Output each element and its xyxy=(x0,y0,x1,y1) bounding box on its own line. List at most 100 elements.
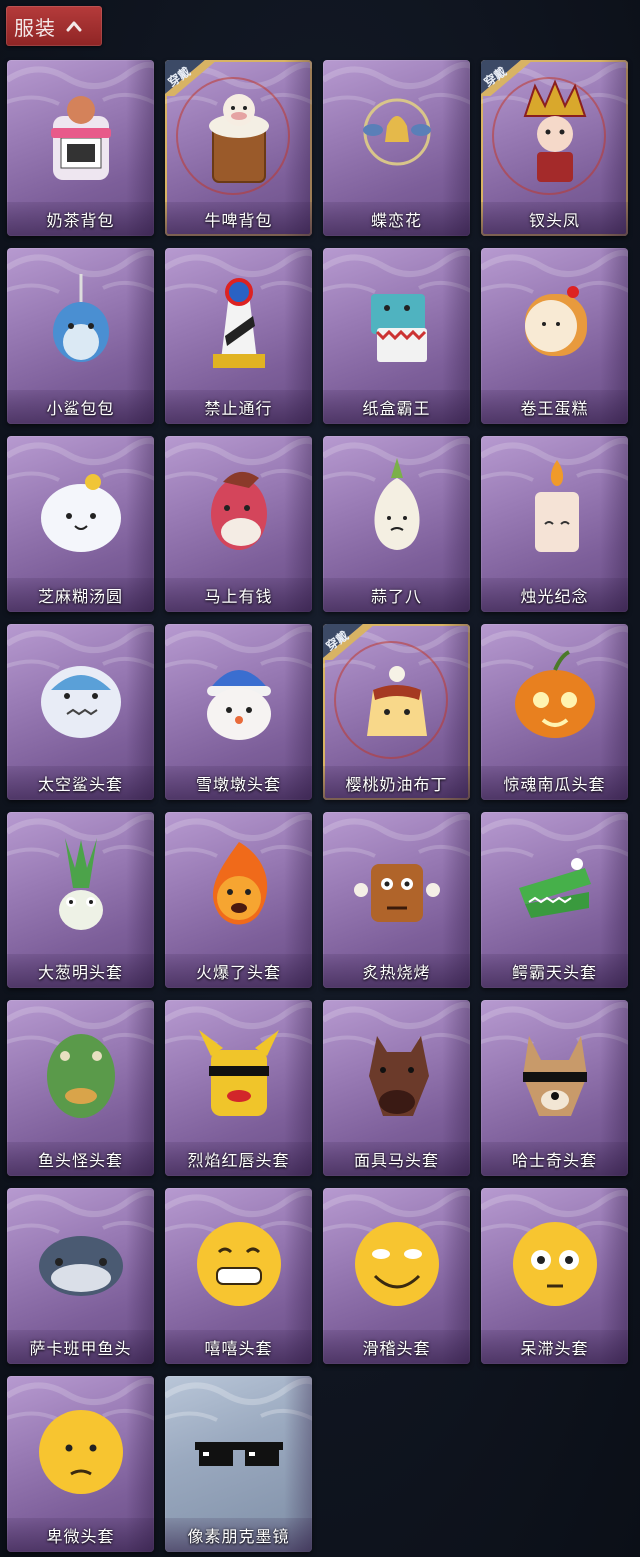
wardrobe-item-card[interactable]: 纸盒霸王 xyxy=(323,248,470,424)
funny-emoji-icon xyxy=(355,1222,439,1306)
pixel-sunglasses-icon xyxy=(195,1442,283,1466)
item-label: 小鲨包包 xyxy=(46,399,115,418)
wardrobe-item-card[interactable]: 雪墩墩头套 xyxy=(165,624,312,800)
item-label: 火爆了头套 xyxy=(195,963,281,982)
item-label: 烈焰红唇头套 xyxy=(187,1151,290,1170)
item-label: 烛光纪念 xyxy=(520,587,589,606)
husky-icon xyxy=(523,1036,587,1116)
fish-head-icon xyxy=(47,1034,115,1118)
item-label-bar: 嘻嘻头套 xyxy=(165,1330,312,1364)
item-label: 滑稽头套 xyxy=(362,1339,431,1358)
wardrobe-item-card[interactable]: 烈焰红唇头套 xyxy=(165,1000,312,1176)
section-header-costume[interactable]: 服装 xyxy=(6,6,102,46)
wardrobe-item-card[interactable]: 烛光纪念 xyxy=(481,436,628,612)
wardrobe-item-card[interactable]: 炙热烧烤 xyxy=(323,812,470,988)
item-label: 太空鲨头套 xyxy=(37,775,123,794)
item-label: 钗头凤 xyxy=(528,211,580,230)
wardrobe-item-card[interactable]: 萨卡班甲鱼头 xyxy=(7,1188,154,1364)
item-label-bar: 卑微头套 xyxy=(7,1518,154,1552)
wardrobe-page: 服装 奶茶背包 穿戴 牛啤背包蝶恋花 穿戴 钗头凤小鲨包包 禁止通行 纸盒霸王 卷王蛋糕芝麻糊… xyxy=(0,0,640,1557)
wardrobe-item-card[interactable]: 像素朋克墨镜 xyxy=(165,1376,312,1552)
candle-icon xyxy=(535,460,579,552)
item-label: 纸盒霸王 xyxy=(362,399,431,418)
item-label: 樱桃奶油布丁 xyxy=(345,775,448,794)
item-label-bar: 奶茶背包 xyxy=(7,202,154,236)
item-label-bar: 太空鲨头套 xyxy=(7,766,154,800)
milk-tea-backpack-icon xyxy=(51,96,111,180)
wardrobe-item-card[interactable]: 禁止通行 xyxy=(165,248,312,424)
wardrobe-item-card[interactable]: 穿戴 樱桃奶油布丁 xyxy=(323,624,470,800)
item-label: 鳄霸天头套 xyxy=(511,963,597,982)
grin-emoji-icon xyxy=(197,1222,281,1306)
item-label-bar: 呆滞头套 xyxy=(481,1330,628,1364)
phoenix-crown-icon xyxy=(523,79,587,182)
wardrobe-item-card[interactable]: 火爆了头套 xyxy=(165,812,312,988)
pumpkin-icon xyxy=(515,650,595,738)
item-label: 大葱明头套 xyxy=(37,963,123,982)
item-label-bar: 大葱明头套 xyxy=(7,954,154,988)
item-label-bar: 面具马头套 xyxy=(323,1142,470,1176)
item-label: 蝶恋花 xyxy=(370,211,422,230)
crocodile-icon xyxy=(519,858,591,918)
item-label: 像素朋克墨镜 xyxy=(187,1527,290,1546)
item-label-bar: 烈焰红唇头套 xyxy=(165,1142,312,1176)
wardrobe-item-card[interactable]: 穿戴 牛啤背包 xyxy=(165,60,312,236)
item-label: 雪墩墩头套 xyxy=(195,775,281,794)
wardrobe-item-card[interactable]: 鱼头怪头套 xyxy=(7,1000,154,1176)
wardrobe-item-card[interactable]: 奶茶背包 xyxy=(7,60,154,236)
armored-fish-icon xyxy=(39,1236,123,1296)
item-label-bar: 萨卡班甲鱼头 xyxy=(7,1330,154,1364)
item-label-bar: 马上有钱 xyxy=(165,578,312,612)
wardrobe-item-card[interactable]: 太空鲨头套 xyxy=(7,624,154,800)
wardrobe-item-card[interactable]: 鳄霸天头套 xyxy=(481,812,628,988)
wardrobe-item-card[interactable]: 嘻嘻头套 xyxy=(165,1188,312,1364)
cow-beer-backpack-icon xyxy=(209,94,269,183)
item-label: 蒜了八 xyxy=(370,587,422,606)
item-label: 惊魂南瓜头套 xyxy=(503,775,606,794)
wardrobe-item-card[interactable]: 芝麻糊汤圆 xyxy=(7,436,154,612)
item-label-bar: 钗头凤 xyxy=(481,202,628,236)
wardrobe-item-card[interactable]: 哈士奇头套 xyxy=(481,1000,628,1176)
item-label-bar: 蝶恋花 xyxy=(323,202,470,236)
horse-head-icon xyxy=(211,471,267,550)
wardrobe-item-card[interactable]: 卑微头套 xyxy=(7,1376,154,1552)
wardrobe-item-card[interactable]: 穿戴 钗头凤 xyxy=(481,60,628,236)
item-label-bar: 禁止通行 xyxy=(165,390,312,424)
item-label: 奶茶背包 xyxy=(46,211,115,230)
item-label: 炙热烧烤 xyxy=(362,963,431,982)
item-label-bar: 纸盒霸王 xyxy=(323,390,470,424)
wardrobe-item-card[interactable]: 惊魂南瓜头套 xyxy=(481,624,628,800)
space-shark-icon xyxy=(41,666,121,738)
red-lips-icon xyxy=(199,1030,279,1116)
wardrobe-item-card[interactable]: 呆滞头套 xyxy=(481,1188,628,1364)
item-label-bar: 蒜了八 xyxy=(323,578,470,612)
item-label: 马上有钱 xyxy=(204,587,273,606)
fireball-icon xyxy=(212,842,268,925)
item-label-bar: 小鲨包包 xyxy=(7,390,154,424)
scallion-icon xyxy=(59,838,103,930)
wardrobe-item-card[interactable]: 面具马头套 xyxy=(323,1000,470,1176)
wardrobe-item-card[interactable]: 蝶恋花 xyxy=(323,60,470,236)
item-label-bar: 卷王蛋糕 xyxy=(481,390,628,424)
bbq-meat-icon xyxy=(354,864,440,922)
item-label-bar: 樱桃奶油布丁 xyxy=(323,766,470,800)
item-label: 萨卡班甲鱼头 xyxy=(29,1339,132,1358)
wardrobe-item-card[interactable]: 小鲨包包 xyxy=(7,248,154,424)
wardrobe-item-card[interactable]: 滑稽头套 xyxy=(323,1188,470,1364)
item-label: 卑微头套 xyxy=(46,1527,115,1546)
wardrobe-item-card[interactable]: 马上有钱 xyxy=(165,436,312,612)
wardrobe-item-card[interactable]: 大葱明头套 xyxy=(7,812,154,988)
item-label: 卷王蛋糕 xyxy=(520,399,589,418)
item-label: 哈士奇头套 xyxy=(511,1151,597,1170)
item-label-bar: 鳄霸天头套 xyxy=(481,954,628,988)
snowman-icon xyxy=(207,670,271,740)
item-label-bar: 烛光纪念 xyxy=(481,578,628,612)
item-label-bar: 惊魂南瓜头套 xyxy=(481,766,628,800)
wardrobe-item-card[interactable]: 蒜了八 xyxy=(323,436,470,612)
dazed-emoji-icon xyxy=(513,1222,597,1306)
wardrobe-item-card[interactable]: 卷王蛋糕 xyxy=(481,248,628,424)
no-entry-sign-icon xyxy=(213,278,265,368)
item-label: 面具马头套 xyxy=(353,1151,439,1170)
shark-bag-icon xyxy=(53,274,109,362)
chevron-up-icon[interactable] xyxy=(64,16,84,36)
